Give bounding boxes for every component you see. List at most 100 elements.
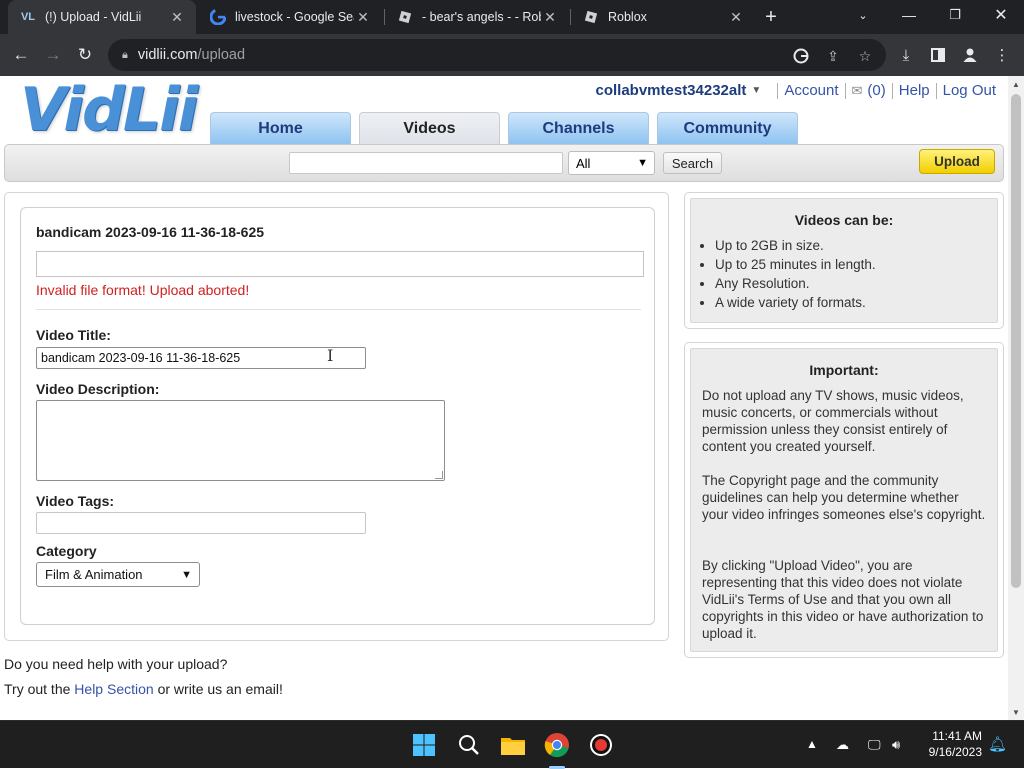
user-bar: collabvmtest34232alt ▼ Account ✉ (0) Hel… [595, 82, 996, 99]
window-close-button[interactable]: ✕ [978, 0, 1024, 30]
help-suffix: or write us an email! [157, 681, 283, 697]
chrome-menu-icon[interactable]: ⋮ [992, 45, 1012, 65]
browser-tab-vidlii[interactable]: VL (!) Upload - VidLii ✕ [8, 0, 196, 34]
clock-date: 9/16/2023 [928, 745, 982, 759]
video-tags-input[interactable] [36, 512, 366, 534]
divider [935, 82, 937, 99]
divider [891, 82, 893, 99]
network-icon[interactable]: 🖵︎ [868, 737, 881, 753]
close-tab-icon[interactable]: ✕ [541, 9, 559, 26]
close-tab-icon[interactable]: ✕ [727, 9, 745, 26]
chevron-down-icon[interactable]: ▼ [751, 85, 761, 96]
important-heading: Important: [809, 362, 879, 378]
form-divider [36, 309, 641, 310]
search-category-value: All [576, 155, 591, 171]
chevron-up-icon[interactable]: ▲ [806, 737, 818, 751]
nav-tab-channels[interactable]: Channels [508, 112, 649, 144]
google-icon [210, 9, 226, 25]
share-icon[interactable]: ⇪ [824, 47, 842, 65]
google-lens-icon[interactable] [792, 47, 810, 65]
vidlii-logo[interactable]: VidLii [20, 80, 198, 140]
resize-grip-icon[interactable] [435, 471, 443, 479]
file-explorer-icon[interactable] [499, 731, 527, 759]
profile-icon[interactable] [960, 45, 980, 65]
video-description-textarea[interactable] [36, 400, 445, 481]
bookmark-star-icon[interactable]: ☆ [856, 47, 874, 65]
category-select[interactable]: Film & Animation ▼ [36, 562, 200, 587]
upload-form: bandicam 2023-09-16 11-36-18-625 Invalid… [20, 207, 655, 625]
tab-title: livestock - Google Search [235, 10, 354, 24]
close-tab-icon[interactable]: ✕ [168, 9, 186, 26]
video-title-label: Video Title: [36, 327, 111, 343]
download-icon[interactable]: ⤓ [896, 45, 916, 65]
browser-toolbar: ← → ↻ 🔒︎ vidlii.com/upload ⇪ ☆ ⤓ ⋮ [0, 34, 1024, 76]
upload-progress-bar [36, 251, 644, 277]
help-prefix: Try out the [4, 681, 71, 697]
logout-link[interactable]: Log Out [943, 82, 996, 99]
important-paragraph: Do not upload any TV shows, music videos… [702, 388, 964, 454]
windows-start-icon[interactable] [410, 731, 438, 759]
inbox-count-link[interactable]: (0) [867, 82, 885, 99]
help-line: Try out the Help Section or write us an … [4, 681, 283, 697]
account-link[interactable]: Account [784, 82, 838, 99]
video-title-input[interactable]: bandicam 2023-09-16 11-36-18-625 [36, 347, 366, 369]
search-bar: All ▼ Search Upload [4, 144, 1004, 182]
video-description-label: Video Description: [36, 381, 160, 397]
tab-search-button[interactable]: ⌄ [840, 0, 886, 30]
important-panel: Important: Do not upload any TV shows, m… [690, 348, 998, 652]
browser-tab-roblox[interactable]: Roblox ✕ [571, 0, 755, 34]
uploaded-file-name: bandicam 2023-09-16 11-36-18-625 [36, 224, 265, 240]
side-panel-icon[interactable] [928, 45, 948, 65]
text-cursor-icon: I [327, 346, 334, 365]
videos-can-be-heading: Videos can be: [794, 212, 894, 228]
divider [844, 82, 846, 99]
new-tab-button[interactable]: + [756, 2, 786, 32]
url-path: /upload [197, 47, 246, 63]
upload-button[interactable]: Upload [919, 149, 995, 174]
list-item: Any Resolution. [715, 274, 876, 293]
scroll-down-arrow-icon[interactable]: ▼ [1008, 704, 1024, 720]
nav-tab-videos[interactable]: Videos [359, 112, 500, 144]
search-category-select[interactable]: All ▼ [568, 151, 655, 175]
username-link[interactable]: collabvmtest34232alt [595, 82, 746, 99]
category-value: Film & Animation [45, 567, 143, 582]
url-host: vidlii.com [137, 47, 198, 63]
vidlii-icon: VL [20, 11, 36, 23]
search-icon[interactable] [455, 731, 483, 759]
nav-tab-community[interactable]: Community [657, 112, 798, 144]
help-question: Do you need help with your upload? [4, 656, 228, 672]
list-item: Up to 25 minutes in length. [715, 255, 876, 274]
help-section-link[interactable]: Help Section [74, 681, 153, 697]
mail-icon[interactable]: ✉ [852, 83, 863, 99]
list-item: Up to 2GB in size. [715, 236, 876, 255]
tab-title: (!) Upload - VidLii [45, 10, 142, 24]
browser-tab-roblox-group[interactable]: - bear's angels - - Roblox ✕ [385, 0, 569, 34]
address-bar[interactable]: 🔒︎ vidlii.com/upload ⇪ ☆ [108, 39, 886, 71]
minimize-button[interactable]: — [886, 0, 932, 30]
browser-tab-google[interactable]: livestock - Google Search ✕ [198, 0, 382, 34]
important-box: Important: Do not upload any TV shows, m… [684, 342, 1004, 658]
search-button[interactable]: Search [663, 152, 722, 174]
volume-icon[interactable]: 🔊︎ [892, 737, 900, 753]
chrome-icon[interactable] [543, 731, 571, 759]
restore-button[interactable]: ❐ [932, 0, 978, 30]
search-input[interactable] [289, 152, 563, 174]
back-button[interactable]: ← [8, 42, 34, 68]
notification-bell-icon[interactable]: 🔔︎ [988, 735, 1007, 753]
recorder-icon[interactable] [587, 731, 615, 759]
upload-form-panel: bandicam 2023-09-16 11-36-18-625 Invalid… [4, 192, 669, 641]
page-scrollbar[interactable]: ▲ ▼ [1008, 76, 1024, 720]
reload-button[interactable]: ↻ [72, 42, 98, 68]
lock-icon: 🔒︎ [122, 48, 128, 61]
system-clock[interactable]: 11:41 AM 9/16/2023 [929, 728, 982, 760]
onedrive-icon[interactable]: ☁ [836, 737, 849, 753]
divider [777, 82, 779, 99]
forward-button[interactable]: → [40, 42, 66, 68]
roblox-icon [583, 9, 599, 25]
scroll-up-arrow-icon[interactable]: ▲ [1008, 76, 1024, 92]
help-link[interactable]: Help [899, 82, 930, 99]
scrollbar-thumb[interactable] [1011, 94, 1021, 588]
close-tab-icon[interactable]: ✕ [354, 9, 372, 26]
nav-tab-home[interactable]: Home [210, 112, 351, 144]
tab-title: - bear's angels - - Roblox [422, 10, 541, 24]
